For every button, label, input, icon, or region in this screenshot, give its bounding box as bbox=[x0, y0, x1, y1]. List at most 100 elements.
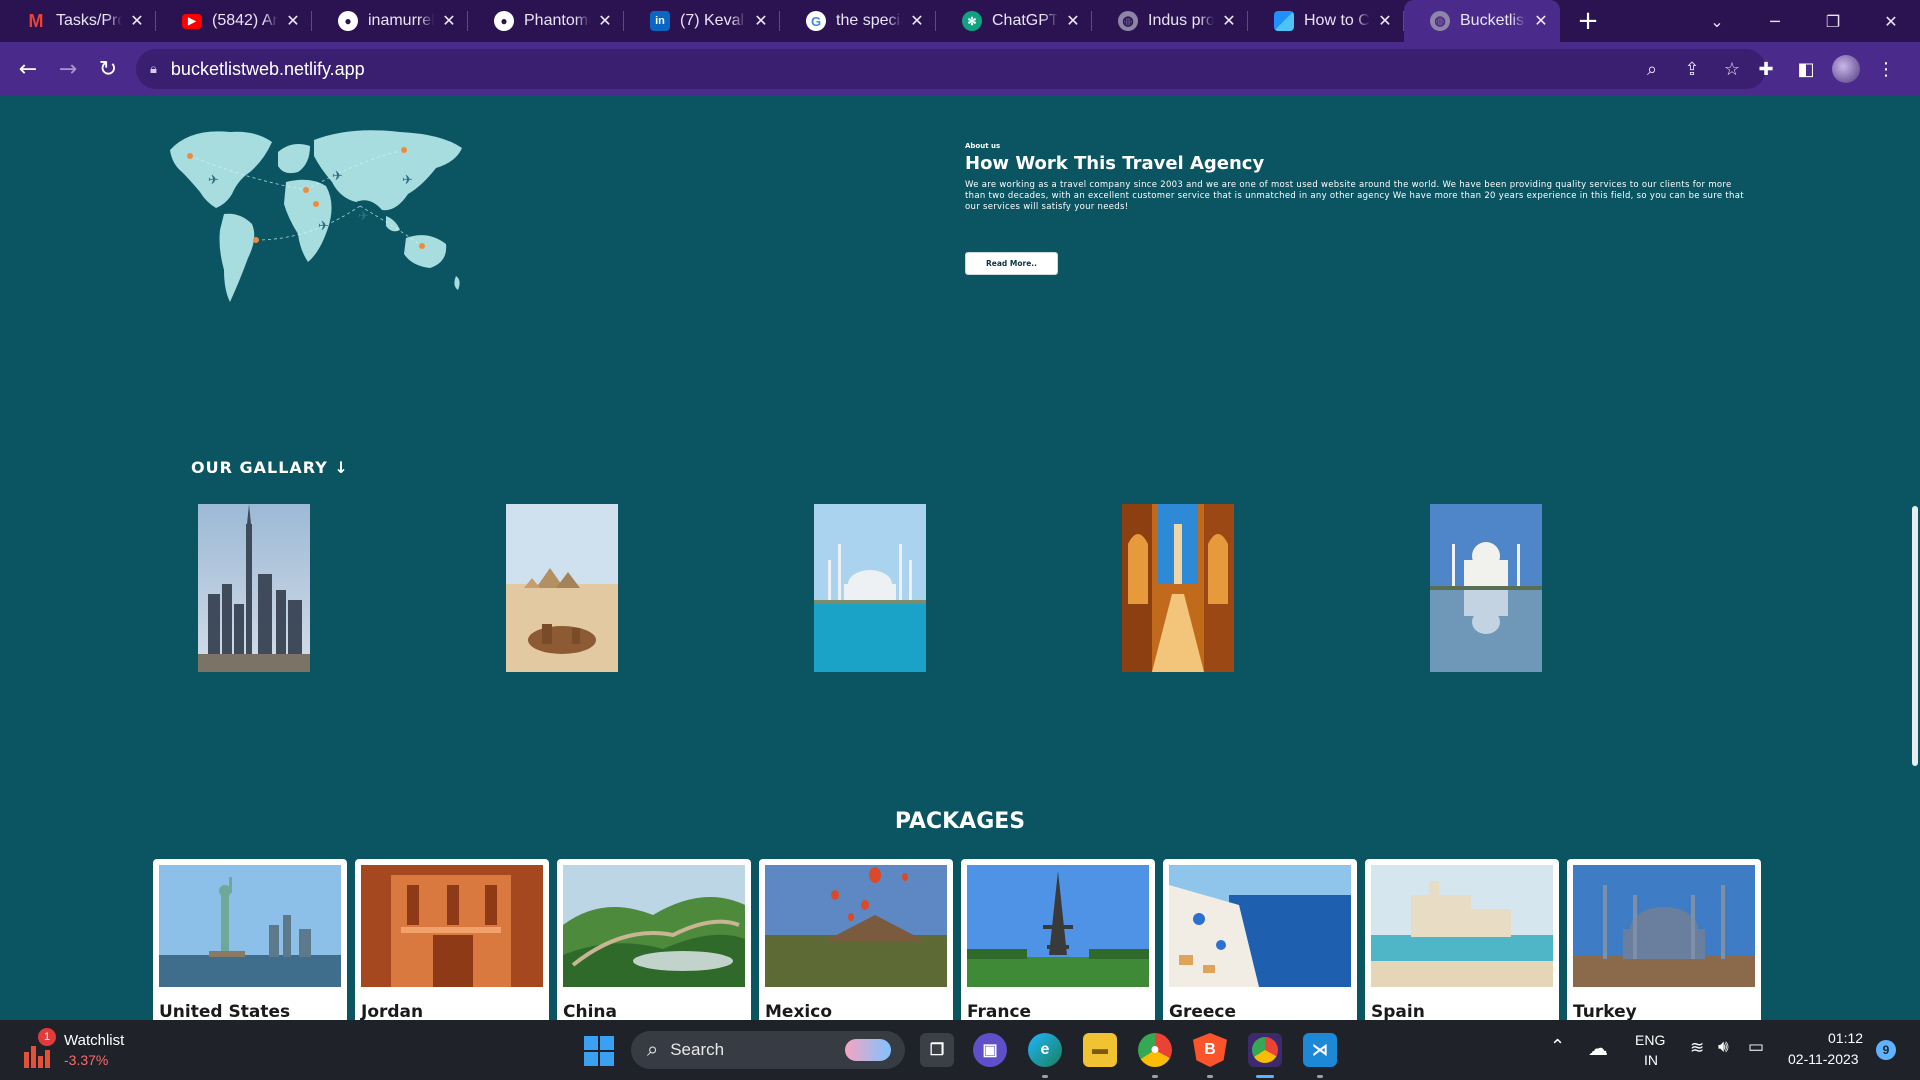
package-image bbox=[765, 865, 947, 987]
close-tab-icon[interactable]: ✕ bbox=[596, 11, 614, 31]
clock-time[interactable]: 01:12 bbox=[1828, 1030, 1863, 1046]
chrome-icon[interactable]: ● bbox=[1138, 1033, 1172, 1067]
gallery-image-mosque-lake[interactable] bbox=[814, 504, 926, 672]
brave-browser-icon[interactable]: B bbox=[1193, 1033, 1227, 1067]
teams-chat-icon[interactable]: ▣ bbox=[973, 1033, 1007, 1067]
back-icon[interactable]: ← bbox=[8, 57, 48, 82]
package-image bbox=[967, 865, 1149, 987]
tab-label: Indus proje bbox=[1148, 12, 1214, 29]
taskbar-search[interactable]: ⌕ Search bbox=[631, 1031, 905, 1069]
watchlist-widget[interactable]: 1 Watchlist -3.37% bbox=[22, 1028, 192, 1072]
profile-avatar[interactable] bbox=[1832, 55, 1860, 83]
globe-icon: ◍ bbox=[1118, 11, 1138, 31]
gallery-image-pyramids[interactable] bbox=[506, 504, 618, 672]
package-image bbox=[1371, 865, 1553, 987]
packages-title: PACKAGES bbox=[894, 809, 1026, 834]
tab-github-1[interactable]: ● inamurrehr ✕ bbox=[312, 0, 468, 42]
clock-date[interactable]: 02-11-2023 bbox=[1788, 1051, 1859, 1067]
extension-area: ✚ ◧ ⋮ bbox=[1746, 42, 1906, 96]
close-tab-icon[interactable]: ✕ bbox=[284, 11, 302, 31]
svg-text:✈: ✈ bbox=[402, 173, 413, 188]
new-tab-button[interactable]: + bbox=[1568, 6, 1608, 36]
windows-start-icon[interactable] bbox=[584, 1036, 614, 1066]
tab-github-2[interactable]: ● Phantomoo ✕ bbox=[468, 0, 624, 42]
close-tab-icon[interactable]: ✕ bbox=[1220, 11, 1238, 31]
watchlist-badge: 1 bbox=[38, 1028, 56, 1046]
package-card-france[interactable]: France bbox=[961, 859, 1155, 1020]
close-window-icon[interactable]: ✕ bbox=[1862, 12, 1920, 31]
zoom-icon[interactable]: ⌕ bbox=[1632, 59, 1672, 80]
gallery-image-dubai[interactable] bbox=[198, 504, 310, 672]
close-tab-icon[interactable]: ✕ bbox=[1064, 11, 1082, 31]
tab-how-to[interactable]: How to Ca ✕ bbox=[1248, 0, 1404, 42]
read-more-button[interactable]: Read More.. bbox=[965, 252, 1058, 275]
tab-label: Bucketlist bbox=[1460, 12, 1526, 29]
tab-linkedin[interactable]: in (7) Keval Tl ✕ bbox=[624, 0, 780, 42]
globe-icon: ◍ bbox=[1430, 11, 1450, 31]
wifi-icon[interactable]: ≋ bbox=[1690, 1038, 1704, 1058]
task-view-icon[interactable]: ❐ bbox=[920, 1033, 954, 1067]
github-icon: ● bbox=[494, 11, 514, 31]
close-tab-icon[interactable]: ✕ bbox=[908, 11, 926, 31]
tab-search-icon[interactable]: ⌄ bbox=[1688, 12, 1746, 31]
chevron-up-icon[interactable]: ⌃ bbox=[1550, 1036, 1565, 1057]
package-name: China bbox=[563, 1002, 617, 1020]
gallery-image-taj-mahal[interactable] bbox=[1430, 504, 1542, 672]
chatgpt-icon: ✻ bbox=[962, 11, 982, 31]
package-card-jordan[interactable]: Jordan bbox=[355, 859, 549, 1020]
package-name: Spain bbox=[1371, 1002, 1425, 1020]
gallery-title: OUR GALLARY ↓ bbox=[191, 458, 349, 477]
notification-badge[interactable]: 9 bbox=[1876, 1040, 1896, 1060]
extensions-puzzle-icon[interactable]: ✚ bbox=[1746, 59, 1786, 80]
package-card-turkey[interactable]: Turkey bbox=[1567, 859, 1761, 1020]
chrome-running-indicator bbox=[1152, 1075, 1158, 1078]
package-card-spain[interactable]: Spain bbox=[1365, 859, 1559, 1020]
package-card-mexico[interactable]: Mexico bbox=[759, 859, 953, 1020]
minimize-icon[interactable]: ─ bbox=[1746, 12, 1804, 31]
world-map-illustration: ✈ ✈ ✈ ✈ ✈ bbox=[170, 130, 462, 302]
tab-label: ChatGPT bbox=[992, 12, 1058, 29]
reload-icon[interactable]: ↻ bbox=[88, 57, 128, 82]
brave-running-indicator bbox=[1207, 1075, 1213, 1078]
tab-indus[interactable]: ◍ Indus proje ✕ bbox=[1092, 0, 1248, 42]
chrome-profile-icon[interactable] bbox=[1248, 1033, 1282, 1067]
edge-browser-icon[interactable]: e bbox=[1028, 1033, 1062, 1067]
onedrive-cloud-icon[interactable]: ☁ bbox=[1588, 1036, 1608, 1061]
forward-icon[interactable]: → bbox=[48, 57, 88, 82]
vscode-icon[interactable]: ⋊ bbox=[1303, 1033, 1337, 1067]
battery-icon[interactable]: ▭ bbox=[1748, 1037, 1764, 1057]
close-tab-icon[interactable]: ✕ bbox=[1532, 11, 1550, 31]
package-card-greece[interactable]: Greece bbox=[1163, 859, 1357, 1020]
language-top[interactable]: ENG bbox=[1635, 1032, 1665, 1048]
close-tab-icon[interactable]: ✕ bbox=[440, 11, 458, 31]
svg-text:✈: ✈ bbox=[318, 219, 329, 234]
language-bottom[interactable]: IN bbox=[1644, 1052, 1658, 1068]
gallery-image-palace-corridor[interactable] bbox=[1122, 504, 1234, 672]
close-tab-icon[interactable]: ✕ bbox=[128, 11, 146, 31]
tab-bucketlist[interactable]: ◍ Bucketlist ✕ bbox=[1404, 0, 1560, 42]
volume-icon[interactable]: 🔊︎ bbox=[1718, 1037, 1729, 1057]
gmail-icon: M bbox=[28, 10, 44, 31]
close-tab-icon[interactable]: ✕ bbox=[1376, 11, 1394, 31]
tab-gmail[interactable]: M Tasks/Proje ✕ bbox=[0, 0, 156, 42]
file-explorer-icon[interactable]: ▬ bbox=[1083, 1033, 1117, 1067]
linkedin-icon: in bbox=[650, 11, 670, 31]
page-scrollbar[interactable] bbox=[1912, 506, 1918, 766]
tab-google[interactable]: G the special ✕ bbox=[780, 0, 936, 42]
lock-icon[interactable]: 🔒︎ bbox=[150, 62, 157, 77]
tab-youtube[interactable]: ▶ (5842) Anir ✕ bbox=[156, 0, 312, 42]
package-card-china[interactable]: China bbox=[557, 859, 751, 1020]
package-card-united-states[interactable]: United States bbox=[153, 859, 347, 1020]
close-tab-icon[interactable]: ✕ bbox=[752, 11, 770, 31]
package-name: Mexico bbox=[765, 1002, 832, 1020]
url-text[interactable]: bucketlistweb.netlify.app bbox=[171, 59, 365, 80]
address-bar[interactable]: 🔒︎ bucketlistweb.netlify.app ⌕ ⇪ ☆ bbox=[136, 49, 1766, 89]
side-panel-icon[interactable]: ◧ bbox=[1786, 59, 1826, 80]
share-icon[interactable]: ⇪ bbox=[1672, 59, 1712, 80]
windows-taskbar: 1 Watchlist -3.37% ⌕ Search ❐ ▣ e ▬ ● B … bbox=[0, 1020, 1920, 1080]
tab-chatgpt[interactable]: ✻ ChatGPT ✕ bbox=[936, 0, 1092, 42]
restore-icon[interactable]: ❐ bbox=[1804, 12, 1862, 31]
tab-label: (7) Keval Tl bbox=[680, 12, 746, 29]
menu-kebab-icon[interactable]: ⋮ bbox=[1866, 59, 1906, 80]
package-image bbox=[1573, 865, 1755, 987]
